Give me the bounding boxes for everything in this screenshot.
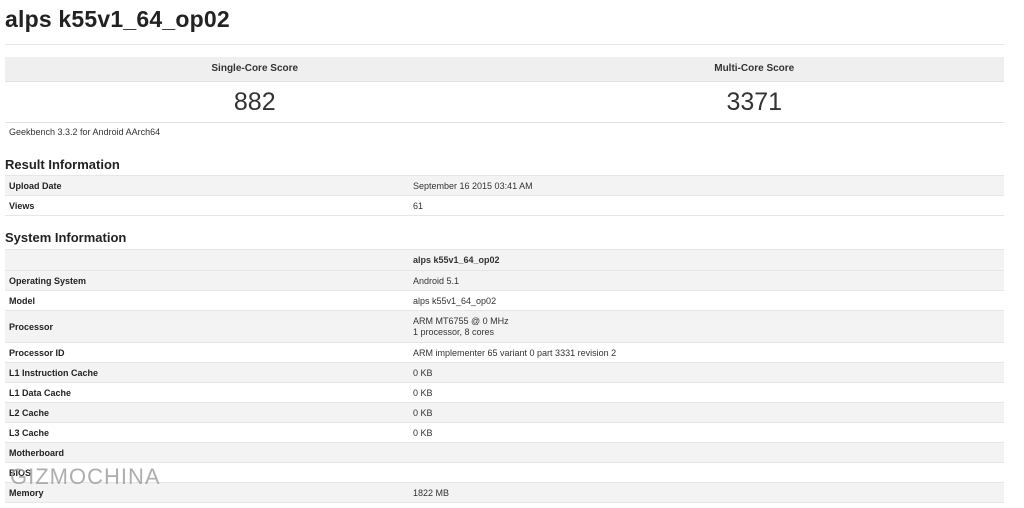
- table-row: Upload Date September 16 2015 03:41 AM: [5, 175, 1004, 196]
- single-core-score-label: Single-Core Score: [211, 63, 299, 74]
- row-label: Views: [5, 195, 409, 216]
- row-value: 0 KB: [409, 362, 1004, 383]
- row-label: Model: [5, 290, 409, 311]
- row-label: L3 Cache: [5, 422, 409, 443]
- page-title: alps k55v1_64_op02: [5, 6, 230, 32]
- row-value: 0 KB: [409, 422, 1004, 443]
- table-row: Motherboard: [5, 442, 1004, 463]
- row-value: [409, 462, 1004, 483]
- result-information-heading: Result Information: [5, 157, 120, 172]
- table-row: Operating System Android 5.1: [5, 270, 1004, 291]
- table-row: L3 Cache 0 KB: [5, 422, 1004, 443]
- row-label: Operating System: [5, 270, 409, 291]
- score-value-row: 882 3371: [5, 82, 1004, 123]
- score-panel: Single-Core Score Multi-Core Score 882 3…: [5, 57, 1004, 123]
- row-value: Android 5.1: [409, 270, 1004, 291]
- multi-core-score-label: Multi-Core Score: [714, 63, 795, 74]
- row-label: Upload Date: [5, 175, 409, 196]
- row-value: ARM implementer 65 variant 0 part 3331 r…: [409, 342, 1004, 363]
- result-information-table: Upload Date September 16 2015 03:41 AM V…: [5, 175, 1004, 216]
- row-label: Processor ID: [5, 342, 409, 363]
- row-label: Processor: [5, 310, 409, 343]
- table-row: L1 Instruction Cache 0 KB: [5, 362, 1004, 383]
- table-row: L2 Cache 0 KB: [5, 402, 1004, 423]
- table-row: L1 Data Cache 0 KB: [5, 382, 1004, 403]
- device-header-row: alps k55v1_64_op02: [5, 249, 1004, 271]
- row-label: L2 Cache: [5, 402, 409, 423]
- table-row: Processor ARM MT6755 @ 0 MHz 1 processor…: [5, 310, 1004, 343]
- table-row: Model alps k55v1_64_op02: [5, 290, 1004, 311]
- device-header-name: alps k55v1_64_op02: [409, 249, 1004, 271]
- row-value: September 16 2015 03:41 AM: [409, 175, 1004, 196]
- system-information-heading: System Information: [5, 230, 127, 245]
- device-header-label: [5, 249, 409, 271]
- table-row: Processor ID ARM implementer 65 variant …: [5, 342, 1004, 363]
- row-value: ARM MT6755 @ 0 MHz 1 processor, 8 cores: [409, 310, 1004, 343]
- row-value: 0 KB: [409, 382, 1004, 403]
- row-value: alps k55v1_64_op02: [409, 290, 1004, 311]
- processor-topology: 1 processor, 8 cores: [413, 326, 495, 337]
- row-label: Motherboard: [5, 442, 409, 463]
- processor-name: ARM MT6755 @ 0 MHz: [413, 315, 509, 326]
- row-value: 61: [409, 195, 1004, 216]
- score-header-row: Single-Core Score Multi-Core Score: [5, 57, 1004, 82]
- gizmochina-watermark: GIZMOCHINA: [10, 464, 161, 489]
- row-label: L1 Data Cache: [5, 382, 409, 403]
- row-value: 0 KB: [409, 402, 1004, 423]
- single-core-score-value: 882: [233, 88, 276, 116]
- row-label: L1 Instruction Cache: [5, 362, 409, 383]
- benchmark-version: Geekbench 3.3.2 for Android AArch64: [9, 127, 161, 137]
- row-value: [409, 442, 1004, 463]
- multi-core-score-value: 3371: [726, 88, 783, 116]
- title-divider: [5, 44, 1004, 45]
- row-value: 1822 MB: [409, 482, 1004, 503]
- table-row: Views 61: [5, 195, 1004, 216]
